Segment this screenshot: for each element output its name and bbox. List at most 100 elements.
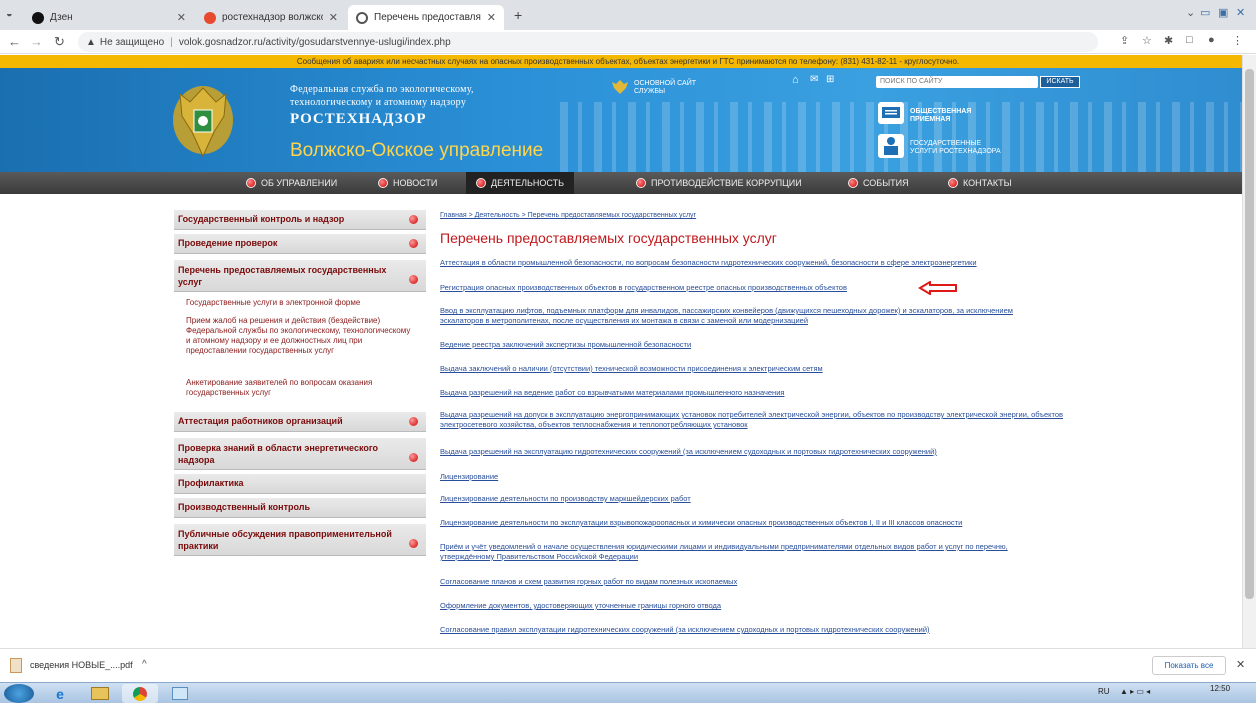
service-link[interactable]: Ввод в эксплуатацию лифтов, подъемных пл… bbox=[440, 306, 1040, 326]
menu-bullet-icon bbox=[636, 178, 646, 188]
tab-dzen[interactable]: Дзен ✕ bbox=[24, 5, 194, 30]
clock-time[interactable]: 12:50 bbox=[1210, 684, 1230, 693]
menu-item-label: ДЕЯТЕЛЬНОСТЬ bbox=[491, 178, 565, 188]
service-link[interactable]: Согласование правил эксплуатации гидроте… bbox=[440, 625, 1100, 635]
chat-icon[interactable] bbox=[878, 102, 904, 124]
sidebar-item-production-control[interactable]: Производственный контроль bbox=[174, 498, 426, 518]
service-link[interactable]: Лицензирование деятельности по производс… bbox=[440, 494, 1090, 504]
menu-item-events[interactable]: СОБЫТИЯ bbox=[848, 172, 909, 194]
service-link[interactable]: Оформление документов, удостоверяющих ут… bbox=[440, 601, 1090, 611]
new-tab-button[interactable]: + bbox=[514, 7, 522, 23]
address-bar[interactable]: ▲ Не защищено | volok.gosnadzor.ru/activ… bbox=[78, 32, 1098, 52]
vertical-scrollbar[interactable] bbox=[1242, 55, 1256, 648]
service-link[interactable]: Ведение реестра заключений экспертизы пр… bbox=[440, 340, 1090, 350]
back-icon[interactable]: ← bbox=[8, 34, 21, 49]
agency-short-name: РОСТЕХНАДЗОР bbox=[290, 111, 427, 127]
service-link[interactable]: Выдача разрешений на ведение работ со вз… bbox=[440, 388, 1090, 398]
menu-item-news[interactable]: НОВОСТИ bbox=[378, 172, 437, 194]
service-link[interactable]: Лицензирование bbox=[440, 472, 1090, 482]
tab-label: Перечень предоставляемых го bbox=[374, 12, 481, 23]
sidebar-subitem-complaints[interactable]: Прием жалоб на решения и действия (безде… bbox=[186, 316, 416, 356]
main-site-emblem-icon[interactable] bbox=[612, 80, 628, 94]
service-link[interactable]: Выдача разрешений на допуск в эксплуатац… bbox=[440, 410, 1100, 430]
page-title: Перечень предоставляемых государственных… bbox=[440, 230, 777, 246]
red-arrow-annotation-icon bbox=[918, 281, 957, 295]
sidebar-subitem-survey[interactable]: Анкетирование заявителей по вопросам ока… bbox=[186, 378, 416, 398]
agency-name-line1: Федеральная служба по экологическому, bbox=[290, 84, 474, 95]
main-site-link-line2[interactable]: СЛУЖБЫ bbox=[634, 88, 665, 95]
menu-bullet-icon bbox=[848, 178, 858, 188]
explorer-taskbar-icon[interactable] bbox=[82, 684, 118, 703]
home-icon[interactable]: ⌂ bbox=[792, 74, 799, 86]
share-icon[interactable]: ⇪ bbox=[1120, 34, 1129, 47]
sidebar-item-prevention[interactable]: Профилактика bbox=[174, 474, 426, 494]
service-link[interactable]: Выдача заключений о наличии (отсутствии)… bbox=[440, 364, 1090, 374]
bookmark-star-icon[interactable]: ☆ bbox=[1142, 34, 1152, 47]
start-button[interactable] bbox=[4, 684, 34, 703]
tab-search-icon[interactable]: ◒ bbox=[6, 8, 13, 20]
gov-services-link[interactable]: ГОСУДАРСТВЕННЫЕ bbox=[910, 140, 981, 147]
browser-toolbar: ← → ↻ ▲ Не защищено | volok.gosnadzor.ru… bbox=[0, 30, 1256, 54]
sidebar-item-attestation[interactable]: Аттестация работников организаций bbox=[174, 412, 426, 432]
agency-name-line2: технологическому и атомному надзору bbox=[290, 97, 467, 108]
close-icon[interactable]: ✕ bbox=[329, 11, 338, 24]
breadcrumb[interactable]: Главная > Деятельность > Перечень предос… bbox=[440, 212, 696, 219]
service-link[interactable]: Аттестация в области промышленной безопа… bbox=[440, 258, 1100, 268]
expand-arrow-icon bbox=[409, 275, 418, 284]
scrollbar-thumb[interactable] bbox=[1245, 69, 1254, 599]
chevron-up-icon[interactable]: ^ bbox=[142, 659, 147, 670]
reload-icon[interactable]: ↻ bbox=[54, 34, 65, 50]
sidebar-item-state-control[interactable]: Государственный контроль и надзор bbox=[174, 210, 426, 230]
chrome-taskbar-icon[interactable] bbox=[122, 684, 158, 703]
profile-icon[interactable]: ● bbox=[1208, 34, 1215, 46]
service-link[interactable]: Выдача разрешений на эксплуатацию гидрот… bbox=[440, 447, 1090, 457]
sidepanel-icon[interactable]: □ bbox=[1186, 34, 1193, 46]
extensions-icon[interactable]: ✱ bbox=[1164, 34, 1173, 47]
coat-of-arms-logo[interactable] bbox=[168, 80, 238, 164]
tab-rostech-search[interactable]: ростехнадзор волжско-окское ✕ bbox=[196, 5, 346, 30]
close-download-bar-icon[interactable]: ✕ bbox=[1236, 658, 1245, 671]
close-window-button[interactable]: ✕ bbox=[1236, 6, 1245, 19]
show-all-downloads-button[interactable]: Показать все bbox=[1152, 656, 1226, 675]
sidebar-item-energy-knowledge[interactable]: Проверка знаний в области энергетическог… bbox=[174, 438, 426, 470]
search-button[interactable]: ИСКАТЬ bbox=[1040, 76, 1080, 88]
service-link[interactable]: Регистрация опасных производственных объ… bbox=[440, 283, 910, 293]
service-link[interactable]: Лицензирование деятельности по эксплуата… bbox=[440, 518, 1100, 528]
gov-services-link-line2[interactable]: УСЛУГИ РОСТЕХНАДЗОРА bbox=[910, 148, 1001, 155]
yandex-icon bbox=[204, 11, 216, 24]
forward-icon[interactable]: → bbox=[30, 34, 43, 49]
menu-kebab-icon[interactable]: ⋮ bbox=[1232, 34, 1243, 47]
person-podium-icon[interactable] bbox=[878, 134, 904, 158]
download-file-name[interactable]: сведения НОВЫЕ_....pdf bbox=[30, 660, 133, 670]
tray-icons[interactable]: ▲ ▸ ▭ ◂ bbox=[1120, 687, 1150, 696]
mail-icon[interactable]: ✉ bbox=[810, 74, 818, 85]
public-reception-link-line2[interactable]: ПРИЕМНАЯ bbox=[910, 116, 950, 123]
menu-bullet-icon bbox=[378, 178, 388, 188]
language-indicator[interactable]: RU bbox=[1098, 687, 1110, 696]
sidebar-subitem-e-services[interactable]: Государственные услуги в электронной фор… bbox=[186, 298, 416, 308]
menu-item-about[interactable]: ОБ УПРАВЛЕНИИ bbox=[246, 172, 337, 194]
ie-taskbar-icon[interactable]: e bbox=[42, 684, 78, 703]
sidebar-item-public-discussions[interactable]: Публичные обсуждения правоприменительной… bbox=[174, 524, 426, 556]
menu-item-anticorruption[interactable]: ПРОТИВОДЕЙСТВИЕ КОРРУПЦИИ bbox=[636, 172, 802, 194]
public-reception-link[interactable]: ОБЩЕСТВЕННАЯ bbox=[910, 108, 971, 115]
tab-services-list[interactable]: Перечень предоставляемых го ✕ bbox=[348, 5, 504, 30]
paint-taskbar-icon[interactable] bbox=[162, 684, 198, 703]
close-icon[interactable]: ✕ bbox=[177, 11, 186, 24]
sitemap-icon[interactable]: ⊞ bbox=[826, 74, 834, 85]
close-icon[interactable]: ✕ bbox=[487, 11, 496, 24]
main-site-link[interactable]: ОСНОВНОЙ САЙТ bbox=[634, 80, 696, 87]
site-search-input[interactable]: ПОИСК ПО САЙТУ bbox=[876, 76, 1038, 88]
region-title[interactable]: Волжско-Окское управление bbox=[290, 140, 543, 162]
menu-item-activity[interactable]: ДЕЯТЕЛЬНОСТЬ bbox=[466, 172, 575, 194]
menu-item-contacts[interactable]: КОНТАКТЫ bbox=[948, 172, 1012, 194]
maximize-button[interactable]: ▣ bbox=[1218, 6, 1228, 19]
service-link[interactable]: Приём и учёт уведомлений о начале осущес… bbox=[440, 542, 1060, 562]
minimize-button[interactable]: ▭ bbox=[1200, 6, 1210, 19]
expand-arrow-icon bbox=[409, 417, 418, 426]
sidebar-item-services[interactable]: Перечень предоставляемых государственных… bbox=[174, 260, 426, 292]
sidebar-item-inspections[interactable]: Проведение проверок bbox=[174, 234, 426, 254]
divider: | bbox=[170, 36, 173, 48]
service-link[interactable]: Согласование планов и схем развития горн… bbox=[440, 577, 1090, 587]
tab-list-icon[interactable]: ⌄ bbox=[1186, 6, 1195, 19]
